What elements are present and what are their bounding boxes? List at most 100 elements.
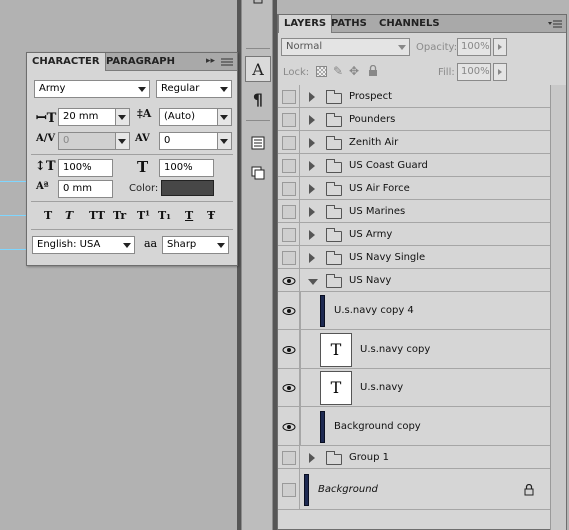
chevron-right-icon[interactable] xyxy=(309,252,315,263)
tab-character[interactable]: CHARACTER xyxy=(27,53,106,71)
notes-panel-button[interactable] xyxy=(245,130,271,156)
layer-row[interactable]: US Marines xyxy=(278,200,550,223)
faux-italic-button[interactable]: T xyxy=(65,209,73,222)
layer-row[interactable]: T U.s.navy copy xyxy=(278,330,550,369)
visibility-cell[interactable] xyxy=(278,330,300,368)
font-size-field[interactable]: 20 mm xyxy=(58,108,130,126)
visibility-cell[interactable] xyxy=(278,446,300,468)
top-tool-icon[interactable] xyxy=(245,0,271,12)
lock-pixels-icon[interactable]: ✎ xyxy=(333,64,343,78)
blend-mode-select[interactable]: Normal xyxy=(281,38,410,56)
visibility-cell[interactable] xyxy=(278,108,300,130)
layer-row[interactable]: Prospect xyxy=(278,85,550,108)
visibility-cell[interactable] xyxy=(278,369,300,406)
visibility-cell[interactable] xyxy=(278,223,300,245)
strikethrough-button[interactable]: Ŧ xyxy=(207,209,215,222)
visibility-cell[interactable] xyxy=(278,407,300,445)
font-style-select[interactable]: Regular xyxy=(156,80,232,98)
chevron-down-icon[interactable] xyxy=(308,278,318,285)
layers-scrollbar[interactable] xyxy=(550,85,566,530)
superscript-button[interactable]: T¹ xyxy=(137,209,150,222)
font-family-select[interactable]: Army xyxy=(34,80,150,98)
eye-icon[interactable] xyxy=(282,274,296,288)
tab-channels[interactable]: CHANNELS xyxy=(374,15,445,33)
visibility-cell[interactable] xyxy=(278,246,300,268)
vertical-scale-field[interactable]: 100% xyxy=(58,159,113,177)
visibility-toggle[interactable] xyxy=(282,228,296,242)
collapse-icon[interactable]: ▸▸ xyxy=(206,56,215,66)
paragraph-panel-button[interactable]: ¶ xyxy=(245,86,271,112)
eye-icon[interactable] xyxy=(282,304,296,318)
visibility-toggle[interactable] xyxy=(282,90,296,104)
lock-transparency-icon[interactable] xyxy=(316,66,327,77)
eye-icon[interactable] xyxy=(282,420,296,434)
chevron-right-icon[interactable] xyxy=(309,137,315,148)
visibility-cell[interactable] xyxy=(278,131,300,153)
visibility-cell[interactable] xyxy=(278,292,300,329)
visibility-cell[interactable] xyxy=(278,200,300,222)
fill-field[interactable]: 100% xyxy=(457,63,491,81)
eye-icon[interactable] xyxy=(282,381,296,395)
subscript-button[interactable]: T₁ xyxy=(158,209,171,222)
lock-all-icon[interactable] xyxy=(368,65,378,77)
tab-paragraph[interactable]: PARAGRAPH xyxy=(101,53,180,71)
visibility-cell[interactable] xyxy=(278,269,300,291)
panel-menu-icon[interactable] xyxy=(221,57,233,67)
clone-source-panel-button[interactable] xyxy=(245,160,271,186)
visibility-toggle[interactable] xyxy=(282,136,296,150)
visibility-toggle[interactable] xyxy=(282,483,296,497)
chevron-right-icon[interactable] xyxy=(309,206,315,217)
visibility-toggle[interactable] xyxy=(282,113,296,127)
layer-row[interactable]: T U.s.navy xyxy=(278,369,550,407)
leading-field[interactable]: (Auto) xyxy=(159,108,232,126)
all-caps-button[interactable]: TT xyxy=(89,209,105,222)
chevron-right-icon[interactable] xyxy=(309,452,315,463)
layer-row[interactable]: U.s.navy copy 4 xyxy=(278,292,550,330)
horizontal-scale-field[interactable]: 100% xyxy=(159,159,214,177)
lock-position-icon[interactable]: ✥ xyxy=(349,64,359,78)
layer-row[interactable]: US Coast Guard xyxy=(278,154,550,177)
layer-row[interactable]: US Navy Single xyxy=(278,246,550,269)
antialias-select[interactable]: Sharp xyxy=(162,236,229,254)
small-caps-button[interactable]: Tr xyxy=(113,209,126,222)
layer-row[interactable]: US Army xyxy=(278,223,550,246)
visibility-toggle[interactable] xyxy=(282,451,296,465)
layer-row[interactable]: Pounders xyxy=(278,108,550,131)
opacity-field[interactable]: 100% xyxy=(457,38,491,56)
chevron-right-icon[interactable] xyxy=(309,114,315,125)
eye-icon[interactable] xyxy=(282,343,296,357)
chevron-right-icon[interactable] xyxy=(309,229,315,240)
chevron-right-icon[interactable] xyxy=(309,91,315,102)
chevron-right-icon[interactable] xyxy=(309,183,315,194)
color-swatch[interactable] xyxy=(161,180,214,196)
visibility-toggle[interactable] xyxy=(282,251,296,265)
visibility-cell[interactable] xyxy=(278,177,300,199)
visibility-cell[interactable] xyxy=(278,85,300,107)
faux-bold-button[interactable]: T xyxy=(44,209,52,222)
kerning-field[interactable]: 0 xyxy=(58,132,130,150)
tab-paths[interactable]: PATHS xyxy=(326,15,372,33)
tab-layers[interactable]: LAYERS xyxy=(278,15,333,33)
visibility-cell[interactable] xyxy=(278,469,300,509)
underline-button[interactable]: T xyxy=(185,209,193,222)
folder-icon xyxy=(326,204,342,219)
layer-row[interactable]: Zenith Air xyxy=(278,131,550,154)
fill-slider-button[interactable] xyxy=(493,63,507,81)
layer-row[interactable]: Background copy xyxy=(278,407,550,446)
layer-row[interactable]: US Navy xyxy=(278,269,550,292)
panel-menu-icon[interactable] xyxy=(548,19,562,29)
baseline-shift-field[interactable]: 0 mm xyxy=(58,180,113,198)
layer-row[interactable]: Background xyxy=(278,469,550,510)
character-panel-button[interactable]: A xyxy=(245,56,271,82)
chevron-down-icon xyxy=(118,139,126,144)
chevron-right-icon[interactable] xyxy=(309,160,315,171)
visibility-cell[interactable] xyxy=(278,154,300,176)
language-select[interactable]: English: USA xyxy=(32,236,135,254)
opacity-slider-button[interactable] xyxy=(493,38,507,56)
visibility-toggle[interactable] xyxy=(282,182,296,196)
visibility-toggle[interactable] xyxy=(282,159,296,173)
layer-row[interactable]: US Air Force xyxy=(278,177,550,200)
visibility-toggle[interactable] xyxy=(282,205,296,219)
tracking-field[interactable]: 0 xyxy=(159,132,232,150)
layer-row[interactable]: Group 1 xyxy=(278,446,550,469)
